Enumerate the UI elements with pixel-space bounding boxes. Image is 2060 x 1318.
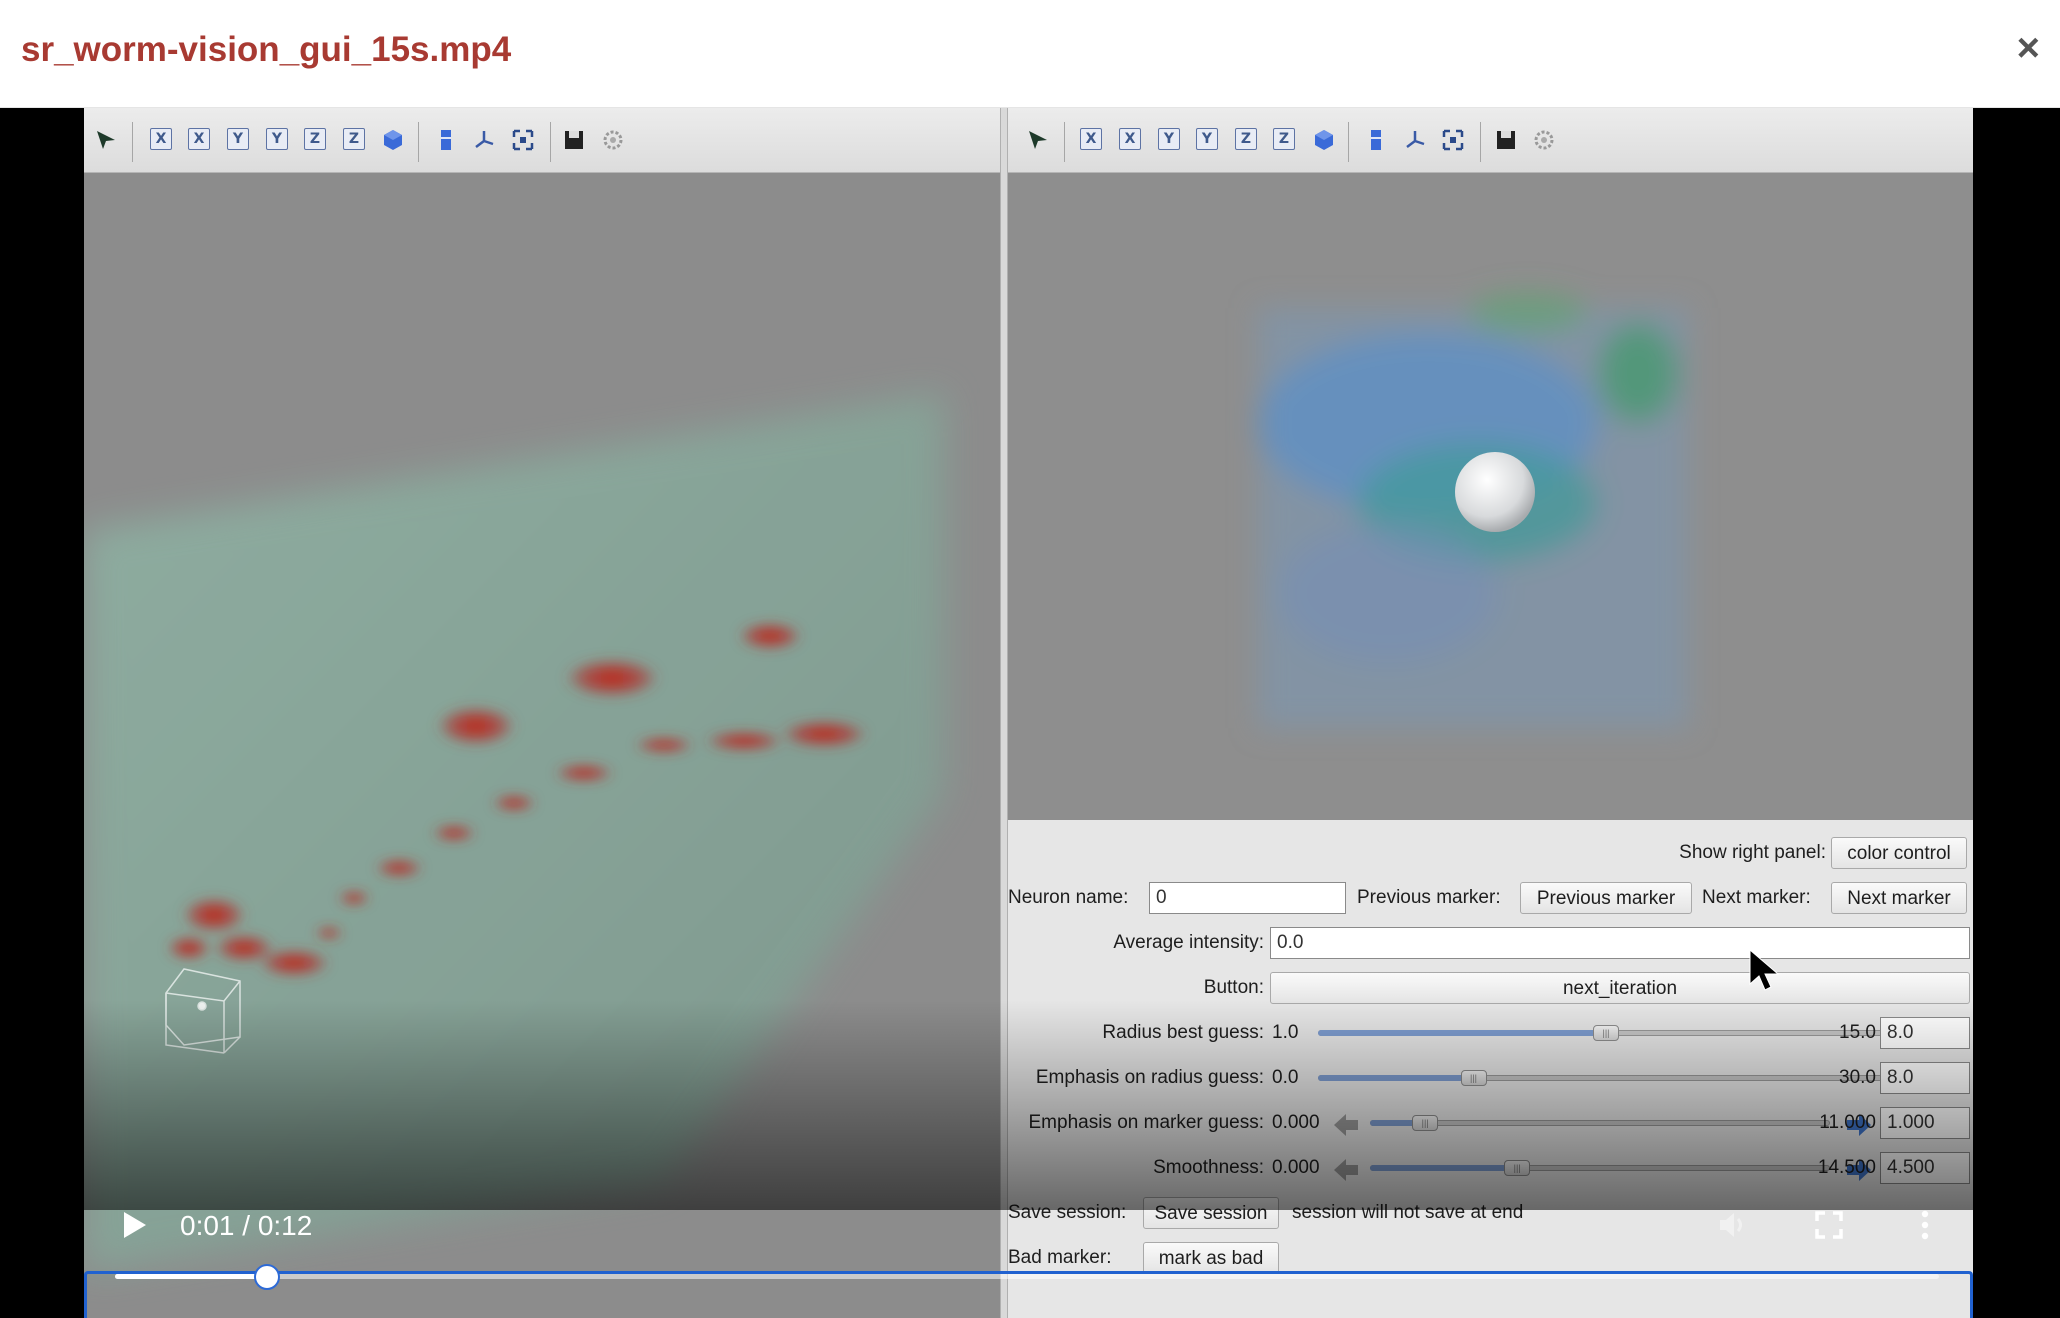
modal-header: sr_worm-vision_gui_15s.mp4 ×: [0, 0, 2060, 108]
viewer-splitter[interactable]: [1000, 108, 1008, 1318]
settings-icon[interactable]: [1532, 128, 1556, 152]
save-icon[interactable]: [562, 128, 586, 152]
slider-value-field[interactable]: 8.0: [1880, 1017, 1970, 1049]
toolbar-separator: [550, 122, 551, 162]
x-axis-icon[interactable]: X: [1080, 128, 1102, 150]
column-icon[interactable]: [434, 128, 458, 152]
next-iteration-button[interactable]: next_iteration: [1270, 972, 1970, 1004]
slider-min: 1.0: [1272, 1022, 1299, 1043]
slider-label: Smoothness:: [1153, 1157, 1264, 1178]
save-session-status: session will not save at end: [1292, 1202, 1524, 1223]
mark-as-bad-button[interactable]: mark as bad: [1143, 1242, 1279, 1274]
slider-handle[interactable]: |||: [1593, 1025, 1619, 1041]
slider-handle[interactable]: |||: [1460, 1070, 1487, 1086]
slider-label: Emphasis on marker guess:: [1028, 1112, 1265, 1133]
average-intensity-field[interactable]: 0.0: [1270, 927, 1970, 959]
left-arrow-icon[interactable]: [1332, 1157, 1360, 1183]
slider-max: 15.0: [1839, 1022, 1876, 1043]
neuron-name-label: Neuron name:: [1008, 887, 1129, 908]
cube-icon[interactable]: [381, 128, 405, 152]
slider-fill: [1318, 1075, 1474, 1081]
x-axis-flip-icon[interactable]: X: [188, 128, 210, 150]
y-axis-icon[interactable]: Y: [227, 128, 249, 150]
fit-icon[interactable]: [1441, 128, 1465, 152]
button-label: Button:: [1203, 977, 1264, 998]
axes-icon[interactable]: [472, 128, 496, 152]
average-intensity-label: Average intensity:: [1113, 932, 1264, 953]
slider-value-field[interactable]: 8.0: [1880, 1062, 1970, 1094]
toolbar-separator: [1064, 122, 1065, 162]
volume-render-right: [1008, 173, 1973, 820]
previous-marker-label: Previous marker:: [1357, 887, 1501, 908]
pointer-icon[interactable]: [94, 128, 118, 152]
slider-handle[interactable]: |||: [1504, 1160, 1531, 1176]
neuron-name-field[interactable]: 0: [1149, 882, 1346, 914]
slider-max: 30.0: [1839, 1067, 1876, 1088]
slider-track[interactable]: [1370, 1120, 1830, 1126]
z-axis-flip-icon[interactable]: Z: [343, 128, 365, 150]
progress-handle[interactable]: [253, 1264, 280, 1290]
x-axis-flip-icon[interactable]: X: [1119, 128, 1141, 150]
toolbar-separator: [1480, 122, 1481, 162]
y-axis-flip-icon[interactable]: Y: [1196, 128, 1218, 150]
toolbar-separator: [132, 122, 133, 162]
slider-max: 11.000: [1819, 1112, 1876, 1133]
y-axis-flip-icon[interactable]: Y: [266, 128, 288, 150]
fit-icon[interactable]: [511, 128, 535, 152]
slider-min: 0.000: [1272, 1157, 1320, 1178]
settings-icon[interactable]: [601, 128, 625, 152]
slider-value-field[interactable]: 4.500: [1880, 1152, 1970, 1184]
cursor-icon: [1749, 948, 1780, 991]
left-viewer: X X Y Y Z Z: [84, 108, 1000, 1318]
toolbar-separator: [418, 122, 419, 162]
x-axis-icon[interactable]: X: [150, 128, 172, 150]
volume-render-left: [84, 173, 1000, 1318]
pointer-icon[interactable]: [1026, 128, 1050, 152]
close-button[interactable]: ×: [2017, 28, 2040, 68]
color-control-button[interactable]: color control: [1831, 837, 1967, 869]
slider-max: 14.500: [1817, 1157, 1876, 1178]
slider-label: Radius best guess:: [1102, 1022, 1264, 1043]
save-icon[interactable]: [1494, 128, 1518, 152]
time-display: 0:01 / 0:12: [180, 1210, 313, 1241]
progress-fill: [115, 1274, 267, 1279]
video-frame: X X Y Y Z Z X X Y Y Z Z Show right panel…: [84, 108, 1973, 1318]
control-panel: Show right panel: color control Neuron n…: [1008, 820, 1973, 1318]
fullscreen-icon[interactable]: [1812, 1208, 1846, 1242]
slider-label: Emphasis on radius guess:: [1035, 1067, 1264, 1088]
left-3d-view[interactable]: [84, 173, 1000, 1318]
left-toolbar: X X Y Y Z Z: [84, 108, 1000, 173]
slider-min: 0.000: [1272, 1112, 1320, 1133]
slider-fill: [1370, 1165, 1518, 1171]
z-axis-icon[interactable]: Z: [304, 128, 326, 150]
volume-icon[interactable]: [1716, 1208, 1750, 1242]
bad-marker-label: Bad marker:: [1008, 1247, 1112, 1268]
slider-min: 0.0: [1272, 1067, 1299, 1088]
cube-icon[interactable]: [1312, 128, 1336, 152]
slider-value-field[interactable]: 1.000: [1880, 1107, 1970, 1139]
save-session-label: Save session:: [1008, 1202, 1127, 1223]
previous-marker-button[interactable]: Previous marker: [1520, 882, 1692, 914]
marker-sphere: [1455, 452, 1535, 532]
slider-handle[interactable]: |||: [1412, 1115, 1439, 1131]
modal-title: sr_worm-vision_gui_15s.mp4: [21, 30, 512, 69]
right-toolbar: X X Y Y Z Z: [1008, 108, 1973, 173]
more-options-icon[interactable]: [1908, 1208, 1942, 1242]
play-icon[interactable]: [118, 1208, 150, 1242]
show-right-panel-label: Show right panel:: [1679, 842, 1826, 863]
toolbar-separator: [1348, 122, 1349, 162]
column-icon[interactable]: [1364, 128, 1388, 152]
z-axis-flip-icon[interactable]: Z: [1273, 128, 1295, 150]
progress-bar[interactable]: [115, 1274, 1939, 1279]
z-axis-icon[interactable]: Z: [1235, 128, 1257, 150]
save-session-button[interactable]: Save session: [1143, 1197, 1279, 1229]
axes-icon[interactable]: [1403, 128, 1427, 152]
slider-fill: [1318, 1030, 1606, 1036]
y-axis-icon[interactable]: Y: [1158, 128, 1180, 150]
left-arrow-icon[interactable]: [1332, 1112, 1360, 1138]
next-marker-label: Next marker:: [1702, 887, 1811, 908]
next-marker-button[interactable]: Next marker: [1831, 882, 1967, 914]
right-3d-view[interactable]: [1008, 173, 1973, 820]
video-player[interactable]: X X Y Y Z Z X X Y Y Z Z Show right panel…: [0, 108, 2060, 1318]
